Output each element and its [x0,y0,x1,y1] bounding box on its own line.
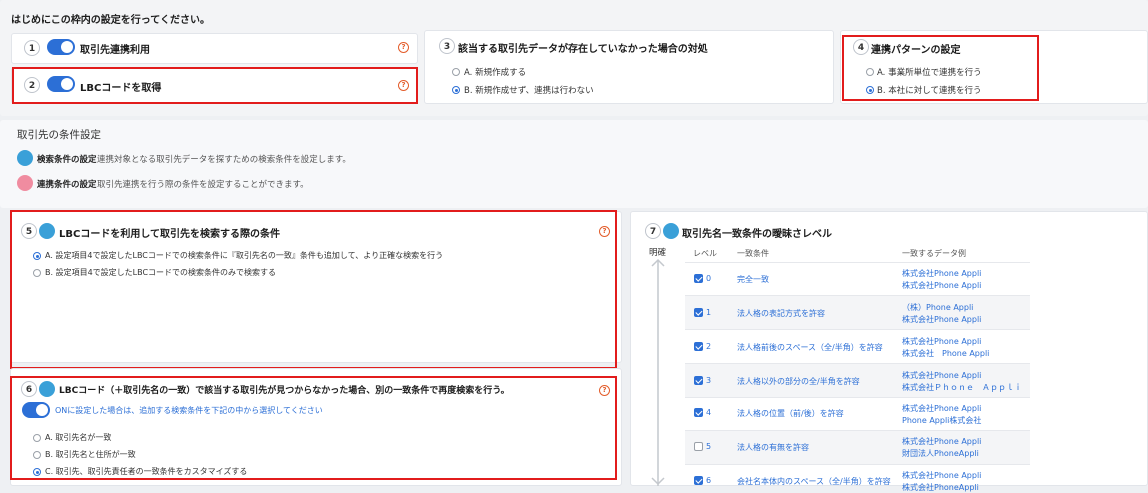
row4-example2: Phone Appli株式会社 [902,416,982,425]
item3-option-a-radio[interactable] [452,68,460,76]
item3-label: 該当する取引先データが存在していなかった場合の対処 [458,44,708,55]
item1-help-icon[interactable]: ? [398,42,409,53]
item1-number: 1 [24,40,40,56]
item3-option-b-radio[interactable] [452,86,460,94]
col-header-level: レベル [693,249,717,258]
item6-option-c-radio[interactable] [33,468,41,476]
row6-example1: 株式会社Phone Appli [902,471,982,480]
link-condition-desc: 取引先連携を行う際の条件を設定することができます。 [97,180,309,190]
row2-condition: 法人格前後のスペース（全/半角）を許容 [737,343,883,352]
col-header-example: 一致するデータ例 [902,249,966,258]
item6-label: LBCコード（＋取引先名の一致）で該当する取引先が見つからなかった場合、別の一致… [59,386,510,396]
item7-label: 取引先名一致条件の曖昧さレベル [682,229,832,240]
row1-level: 1 [706,308,712,317]
ambiguity-axis-label: 明確 [649,248,667,258]
item3-option-a[interactable]: A. 新規作成する [464,66,526,78]
ambiguity-arrow-icon [651,258,665,486]
item4-option-a[interactable]: A. 事業所単位で連携を行う [877,66,982,78]
item6-option-a[interactable]: A. 取引先名が一致 [45,432,111,443]
row6-condition: 会社名本体内のスペース（全/半角）を許容 [737,477,891,486]
conditions-title: 取引先の条件設定 [17,129,101,141]
item6-number: 6 [21,381,37,397]
row3-example2: 株式会社Ｐｈｏｎｅ Ａｐｐｌｉ [902,383,1022,392]
item5-search-icon [39,223,55,239]
item1-toggle[interactable] [47,39,75,55]
item5-help-icon[interactable]: ? [599,226,610,237]
row3-example1: 株式会社Phone Appli [902,371,982,380]
row6-example2: 株式会社PhoneAppli [902,483,979,492]
row4-condition: 法人格の位置（前/後）を許容 [737,409,844,418]
item5-option-a[interactable]: A. 設定項目4で設定したLBCコードでの検索条件に『取引先名の一致』条件も追加… [45,250,443,261]
item4-option-b[interactable]: B. 本社に対して連携を行う [877,84,981,96]
item4-option-b-radio[interactable] [866,86,874,94]
item5-option-b[interactable]: B. 設定項目4で設定したLBCコードでの検索条件のみで検索する [45,267,276,278]
row5-example1: 株式会社Phone Appli [902,437,982,446]
item2-help-icon[interactable]: ? [398,80,409,91]
row5-example2: 財団法人PhoneAppli [902,449,979,458]
row3-checkbox[interactable] [694,376,703,385]
row5-checkbox[interactable] [694,442,703,451]
item6-option-b-radio[interactable] [33,451,41,459]
row2-level: 2 [706,342,712,351]
item6-option-b[interactable]: B. 取引先名と住所が一致 [45,449,136,460]
item7-search-icon [663,223,679,239]
item5-option-a-radio[interactable] [33,252,41,260]
item6-toggle-desc: ONに設定した場合は、追加する検索条件を下記の中から選択してください [55,406,323,415]
item2-number: 2 [24,77,40,93]
item4-number: 4 [853,39,869,55]
row1-condition: 法人格の表記方式を許容 [737,309,825,318]
item7-number: 7 [645,223,661,239]
row4-checkbox[interactable] [694,408,703,417]
row1-example1: （株）Phone Appli [902,303,974,312]
item5-number: 5 [21,223,37,239]
row4-example1: 株式会社Phone Appli [902,404,982,413]
row1-checkbox[interactable] [694,308,703,317]
initial-settings-header: はじめにこの枠内の設定を行ってください。 [11,15,210,26]
item2-label: LBCコードを取得 [80,83,162,94]
row0-example1: 株式会社Phone Appli [902,269,982,278]
search-condition-desc: 連携対象となる取引先データを探すための検索条件を設定します。 [97,155,351,165]
item6-option-a-radio[interactable] [33,434,41,442]
row0-example2: 株式会社Phone Appli [902,281,982,290]
row0-checkbox[interactable] [694,274,703,283]
item3-option-b[interactable]: B. 新規作成せず、連携は行わない [464,84,594,96]
row5-condition: 法人格の有無を許容 [737,443,809,452]
item6-option-c[interactable]: C. 取引先、取引先責任者の一致条件をカスタマイズする [45,466,247,477]
sync-icon [17,175,33,191]
link-condition-label: 連携条件の設定 [37,180,97,190]
search-icon [17,150,33,166]
row0-condition: 完全一致 [737,275,769,284]
item1-label: 取引先連携利用 [80,45,150,56]
row2-example2: 株式会社 Phone Appli [902,349,990,358]
item5-label: LBCコードを利用して取引先を検索する際の条件 [59,229,281,240]
item6-help-icon[interactable]: ? [599,385,610,396]
item4-label: 連携パターンの設定 [871,45,961,56]
row6-level: 6 [706,476,712,485]
item2-toggle[interactable] [47,76,75,92]
row2-checkbox[interactable] [694,342,703,351]
row0-level: 0 [706,274,712,283]
row4-level: 4 [706,408,712,417]
col-header-condition: 一致条件 [737,249,769,258]
row6-checkbox[interactable] [694,476,703,485]
row1-example2: 株式会社Phone Appli [902,315,982,324]
item6-search-icon [39,381,55,397]
item6-toggle[interactable] [22,402,50,418]
item4-option-a-radio[interactable] [866,68,874,76]
item5-option-b-radio[interactable] [33,269,41,277]
row3-level: 3 [706,376,712,385]
item3-number: 3 [439,38,455,54]
search-condition-label: 検索条件の設定 [37,155,97,165]
row5-level: 5 [706,442,712,451]
row3-condition: 法人格以外の部分の全/半角を許容 [737,377,860,386]
row2-example1: 株式会社Phone Appli [902,337,982,346]
